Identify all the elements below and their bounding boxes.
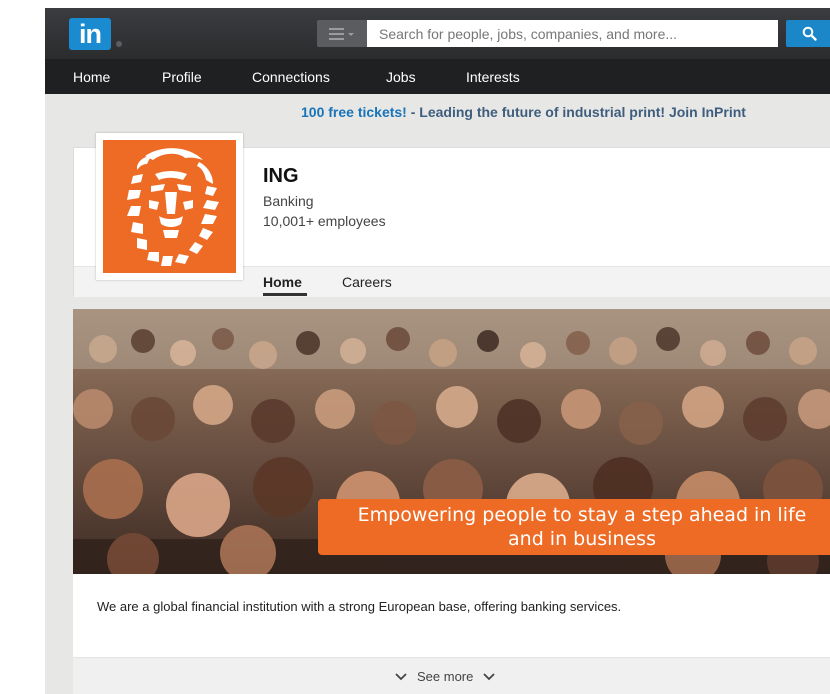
search-input[interactable]	[367, 20, 778, 47]
logo-dot	[116, 41, 122, 47]
about-section	[73, 574, 830, 657]
company-size: 10,001+ employees	[263, 213, 386, 229]
nav-interests[interactable]: Interests	[466, 59, 520, 94]
active-tab-indicator	[263, 293, 307, 296]
search-category-dropdown[interactable]	[317, 20, 367, 47]
nav-profile[interactable]: Profile	[162, 59, 202, 94]
see-more-button[interactable]: See more	[395, 669, 496, 684]
linkedin-page: in Home Profile Connections Jobs Interes…	[45, 8, 830, 694]
tagline-line-1: Empowering people to stay a step ahead i…	[357, 504, 807, 526]
search-icon	[802, 26, 817, 41]
chevron-down-icon	[395, 672, 407, 680]
nav-jobs[interactable]: Jobs	[386, 59, 416, 94]
main-nav: Home Profile Connections Jobs Interests	[45, 59, 830, 94]
lion-icon	[127, 148, 219, 266]
nav-home[interactable]: Home	[73, 59, 110, 94]
search-button[interactable]	[786, 20, 830, 47]
chevron-down-icon	[483, 672, 496, 680]
ing-lion-logo	[103, 140, 236, 273]
company-name: ING	[263, 165, 299, 187]
promo-text: - Leading the future of industrial print…	[406, 104, 746, 120]
tab-home[interactable]: Home	[263, 274, 302, 290]
list-icon	[329, 27, 354, 40]
company-industry: Banking	[263, 193, 314, 209]
nav-connections[interactable]: Connections	[252, 59, 330, 94]
tagline-line-2: and in business	[508, 528, 656, 550]
hero-tagline: Empowering people to stay a step ahead i…	[318, 499, 830, 555]
company-description: We are a global financial institution wi…	[97, 599, 622, 614]
tab-careers[interactable]: Careers	[342, 274, 392, 290]
top-bar: in	[45, 8, 830, 59]
linkedin-logo[interactable]: in	[69, 18, 111, 50]
see-more-label: See more	[417, 669, 474, 684]
promo-banner[interactable]: 100 free tickets! - Leading the future o…	[301, 104, 746, 120]
promo-highlight[interactable]: 100 free tickets!	[301, 104, 407, 120]
company-logo[interactable]	[96, 133, 243, 280]
